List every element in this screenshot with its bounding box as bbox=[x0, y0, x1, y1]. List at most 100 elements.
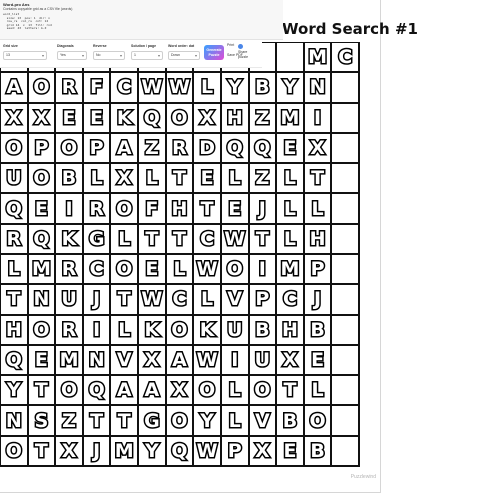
grid-cell[interactable]: H bbox=[1, 315, 29, 346]
grid-cell[interactable]: Q bbox=[139, 103, 167, 134]
grid-cell[interactable] bbox=[332, 406, 360, 437]
grid-cell[interactable]: L bbox=[1, 255, 29, 286]
grid-cell[interactable]: E bbox=[139, 255, 167, 286]
grid-cell[interactable]: O bbox=[111, 194, 140, 225]
grid-cell[interactable]: B bbox=[304, 315, 333, 346]
grid-cell[interactable]: L bbox=[83, 164, 112, 195]
grid-cell[interactable]: W bbox=[139, 285, 167, 316]
grid-cell[interactable]: T bbox=[28, 376, 57, 407]
word-order-select[interactable]: Down ▾ bbox=[168, 51, 200, 60]
grid-cell[interactable]: W bbox=[221, 224, 250, 255]
grid-cell[interactable]: G bbox=[139, 406, 167, 437]
grid-cell[interactable]: O bbox=[166, 315, 195, 346]
grid-cell[interactable]: N bbox=[83, 345, 112, 377]
grid-cell[interactable]: B bbox=[56, 164, 84, 195]
grid-cell[interactable]: L bbox=[304, 194, 333, 225]
grid-cell[interactable]: X bbox=[277, 345, 305, 377]
grid-cell[interactable]: E bbox=[194, 164, 222, 195]
grid-cell[interactable]: W bbox=[194, 255, 222, 286]
grid-cell[interactable]: Y bbox=[1, 376, 29, 407]
grid-cell[interactable] bbox=[332, 436, 360, 467]
grid-cell[interactable] bbox=[332, 133, 360, 165]
grid-cell[interactable]: T bbox=[111, 406, 140, 437]
grid-cell[interactable]: R bbox=[83, 194, 112, 225]
grid-cell[interactable]: H bbox=[277, 315, 305, 346]
grid-cell[interactable]: H bbox=[221, 103, 250, 134]
grid-cell[interactable]: T bbox=[277, 376, 305, 407]
grid-cell[interactable]: M bbox=[28, 255, 57, 286]
grid-cell[interactable]: K bbox=[111, 103, 140, 134]
grid-cell[interactable]: O bbox=[166, 406, 195, 437]
grid-cell[interactable]: L bbox=[304, 376, 333, 407]
grid-cell[interactable]: R bbox=[56, 255, 84, 286]
grid-cell[interactable]: E bbox=[56, 103, 84, 134]
grid-cell[interactable]: Q bbox=[1, 345, 29, 377]
grid-cell[interactable]: L bbox=[166, 255, 195, 286]
grid-cell[interactable]: K bbox=[194, 315, 222, 346]
grid-cell[interactable]: C bbox=[277, 285, 305, 316]
grid-cell[interactable]: T bbox=[139, 224, 167, 255]
grid-cell[interactable]: I bbox=[83, 315, 112, 346]
grid-cell[interactable]: O bbox=[28, 315, 57, 346]
grid-cell[interactable]: B bbox=[277, 406, 305, 437]
grid-cell[interactable]: L bbox=[194, 73, 222, 104]
grid-cell[interactable]: L bbox=[194, 285, 222, 316]
grid-cell[interactable]: A bbox=[166, 345, 195, 377]
grid-cell[interactable]: X bbox=[194, 103, 222, 134]
grid-cell[interactable]: X bbox=[166, 376, 195, 407]
grid-cell[interactable]: J bbox=[83, 285, 112, 316]
grid-cell[interactable]: V bbox=[111, 345, 140, 377]
grid-cell[interactable]: J bbox=[304, 285, 333, 316]
grid-cell[interactable]: B bbox=[249, 73, 278, 104]
grid-cell[interactable]: X bbox=[249, 436, 278, 467]
grid-cell[interactable]: U bbox=[221, 315, 250, 346]
grid-cell[interactable]: A bbox=[111, 133, 140, 165]
share-button[interactable]: Share puzzle bbox=[238, 50, 248, 59]
grid-cell[interactable]: M bbox=[56, 345, 84, 377]
grid-cell[interactable]: L bbox=[221, 164, 250, 195]
grid-cell[interactable]: H bbox=[304, 224, 333, 255]
grid-cell[interactable]: T bbox=[166, 164, 195, 195]
grid-cell[interactable]: Z bbox=[249, 103, 278, 134]
grid-cell[interactable] bbox=[332, 285, 360, 316]
grid-cell[interactable]: T bbox=[194, 194, 222, 225]
grid-cell[interactable]: P bbox=[221, 436, 250, 467]
grid-cell[interactable]: E bbox=[28, 345, 57, 377]
grid-cell[interactable]: L bbox=[277, 224, 305, 255]
grid-cell[interactable]: Z bbox=[139, 133, 167, 165]
grid-cell[interactable]: X bbox=[139, 345, 167, 377]
grid-cell[interactable]: E bbox=[28, 194, 57, 225]
grid-cell[interactable]: C bbox=[166, 285, 195, 316]
grid-cell[interactable]: E bbox=[277, 436, 305, 467]
grid-cell[interactable]: T bbox=[1, 285, 29, 316]
grid-cell[interactable] bbox=[332, 73, 360, 104]
grid-cell[interactable]: R bbox=[166, 133, 195, 165]
grid-cell[interactable]: Q bbox=[83, 376, 112, 407]
grid-cell[interactable]: Q bbox=[1, 194, 29, 225]
grid-cell[interactable]: W bbox=[166, 73, 195, 104]
grid-cell[interactable]: E bbox=[221, 194, 250, 225]
grid-cell[interactable]: U bbox=[1, 164, 29, 195]
grid-cell[interactable]: F bbox=[83, 73, 112, 104]
grid-cell[interactable]: N bbox=[304, 73, 333, 104]
grid-cell[interactable]: T bbox=[166, 224, 195, 255]
grid-cell[interactable]: R bbox=[56, 315, 84, 346]
grid-cell[interactable]: O bbox=[221, 255, 250, 286]
grid-cell[interactable]: L bbox=[111, 224, 140, 255]
reverse-select[interactable]: No ▾ bbox=[93, 51, 125, 60]
grid-cell[interactable]: W bbox=[194, 345, 222, 377]
grid-cell[interactable]: O bbox=[28, 164, 57, 195]
grid-cell[interactable]: L bbox=[221, 376, 250, 407]
grid-cell[interactable]: T bbox=[111, 285, 140, 316]
grid-cell[interactable]: O bbox=[56, 133, 84, 165]
diagonals-select[interactable]: Yes ▾ bbox=[57, 51, 87, 60]
grid-cell[interactable]: O bbox=[249, 376, 278, 407]
grid-cell[interactable] bbox=[332, 194, 360, 225]
grid-cell[interactable]: I bbox=[56, 194, 84, 225]
grid-cell[interactable] bbox=[332, 164, 360, 195]
grid-cell[interactable]: T bbox=[28, 436, 57, 467]
grid-cell[interactable]: E bbox=[304, 345, 333, 377]
grid-cell[interactable]: B bbox=[304, 436, 333, 467]
grid-cell[interactable]: G bbox=[83, 224, 112, 255]
grid-cell[interactable]: Z bbox=[56, 406, 84, 437]
